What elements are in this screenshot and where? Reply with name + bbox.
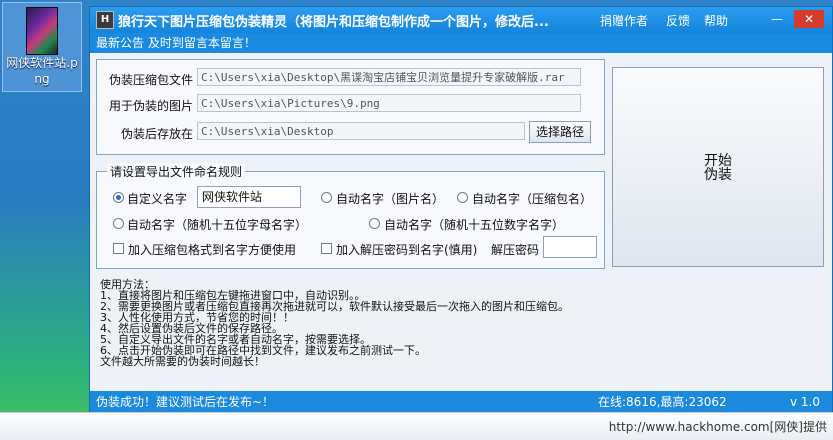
choose-path-button[interactable]: 选择路径 xyxy=(529,121,591,143)
start-disguise-button[interactable]: 开始伪装 xyxy=(612,67,824,267)
auto-image-name-radio[interactable] xyxy=(321,192,332,203)
app-window: H 狼行天下图片压缩包伪装精灵（将图片和压缩包制作成一个图片，修改后... 捐赠… xyxy=(89,6,833,414)
password-label: 解压密码 xyxy=(491,243,540,257)
desktop-file-label: 网侠软件站.png xyxy=(6,56,78,86)
instructions: 使用方法： 1、直接将图片和压缩包左键拖进窗口中，自动识别。。 2、需要更换图片… xyxy=(100,279,700,367)
donate-author-link[interactable]: 捐赠作者 xyxy=(600,12,648,29)
image-label: 用于伪装的图片 xyxy=(109,99,194,113)
instruction-line: 文件越大所需要的伪装时间越长！ xyxy=(100,355,265,368)
window-title: 狼行天下图片压缩包伪装精灵（将图片和压缩包制作成一个图片，修改后... xyxy=(118,15,549,30)
title-bar[interactable]: H 狼行天下图片压缩包伪装精灵（将图片和压缩包制作成一个图片，修改后... 捐赠… xyxy=(90,7,832,33)
content-area: 伪装压缩包文件 C:\Users\xia\Desktop\黑谍淘宝店铺宝贝浏览量… xyxy=(90,53,832,391)
add-format-label: 加入压缩包格式到名字方便使用 xyxy=(128,243,297,257)
random-letters-label: 自动名字（随机十五位字母名字） xyxy=(127,218,308,232)
archive-label: 伪装压缩包文件 xyxy=(109,73,194,87)
custom-name-input[interactable]: 网侠软件站 xyxy=(197,186,301,208)
archive-path-field[interactable]: C:\Users\xia\Desktop\黑谍淘宝店铺宝贝浏览量提升专家破解版.… xyxy=(197,68,581,86)
image-thumbnail-icon xyxy=(26,7,58,55)
image-path-field[interactable]: C:\Users\xia\Pictures\9.png xyxy=(197,94,581,112)
auto-archive-name-label: 自动名字（压缩包名） xyxy=(472,192,593,206)
random-letters-radio[interactable] xyxy=(113,218,124,229)
random-digits-label: 自动名字（随机十五位数字名字） xyxy=(384,218,565,232)
notice-bar[interactable]: 最新公告 及时到留言本留言！ xyxy=(90,33,832,53)
custom-name-radio[interactable] xyxy=(113,192,124,203)
add-password-checkbox[interactable] xyxy=(321,243,332,254)
watermark-text: http://www.hackhome.com[网侠]提供 xyxy=(608,420,827,434)
taskbar: http://www.hackhome.com[网侠]提供 xyxy=(0,412,833,440)
add-password-label: 加入解压密码到名字(慎用) xyxy=(336,243,478,257)
version-label: v 1.0 xyxy=(790,395,820,409)
auto-image-name-label: 自动名字（图片名） xyxy=(336,192,445,206)
online-count: 在线:8616,最高:23062 xyxy=(598,395,727,409)
random-digits-radio[interactable] xyxy=(369,218,380,229)
close-icon[interactable]: ✕ xyxy=(794,10,824,28)
naming-rules-group: 请设置导出文件命名规则 自定义名字 网侠软件站 自动名字（图片名） 自动名字（压… xyxy=(96,163,605,269)
naming-group-title: 请设置导出文件命名规则 xyxy=(107,163,246,180)
auto-archive-name-radio[interactable] xyxy=(457,192,468,203)
desktop-file-icon[interactable]: 网侠软件站.png xyxy=(2,2,82,92)
status-message: 伪装成功！建议测试后在发布~！ xyxy=(96,395,275,409)
custom-name-label: 自定义名字 xyxy=(127,192,188,206)
status-bar: 伪装成功！建议测试后在发布~！ 在线:8616,最高:23062 v 1.0 xyxy=(90,391,832,413)
files-panel: 伪装压缩包文件 C:\Users\xia\Desktop\黑谍淘宝店铺宝贝浏览量… xyxy=(96,59,605,155)
help-link[interactable]: 帮助 xyxy=(704,12,728,29)
output-label: 伪装后存放在 xyxy=(121,127,194,141)
minimize-icon[interactable]: — xyxy=(766,10,788,28)
feedback-link[interactable]: 反馈 xyxy=(666,12,690,29)
app-logo-icon: H xyxy=(96,11,114,29)
password-input[interactable] xyxy=(543,236,597,258)
output-path-field[interactable]: C:\Users\xia\Desktop xyxy=(197,122,525,140)
add-format-checkbox[interactable] xyxy=(113,243,124,254)
start-disguise-label: 开始伪装 xyxy=(704,153,732,183)
